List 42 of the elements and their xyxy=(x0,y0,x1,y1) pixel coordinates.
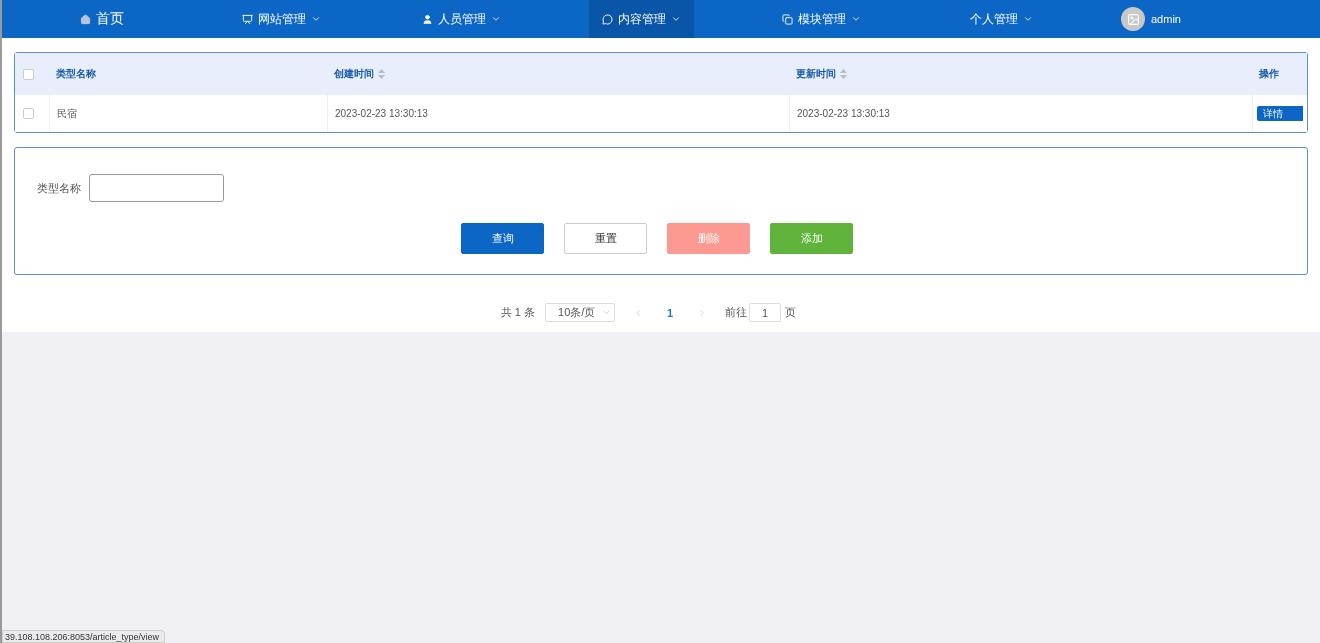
chevron-down-icon xyxy=(671,14,681,24)
user-name[interactable]: admin xyxy=(1151,13,1181,25)
chevron-down-icon xyxy=(602,308,612,317)
table-cell: 民宿 xyxy=(57,106,77,121)
page-suffix: 页 xyxy=(785,305,797,320)
column-header: 更新时间 xyxy=(796,67,836,81)
nav-item[interactable]: 首页 xyxy=(49,0,154,38)
detail-button[interactable]: 详情 xyxy=(1257,106,1303,121)
user-icon xyxy=(422,13,433,25)
nav-item[interactable]: 网站管理 xyxy=(229,0,334,38)
easel-icon xyxy=(242,13,253,25)
table-cell: 2023-02-23 13:30:13 xyxy=(797,108,890,119)
status-url: 39.108.108.206:8053/article_type/view xyxy=(2,630,166,643)
avatar[interactable] xyxy=(1121,7,1145,31)
goto-label: 前往 xyxy=(725,305,748,320)
chevron-down-icon xyxy=(311,14,321,24)
chat-bubble-icon xyxy=(602,13,613,25)
page-number[interactable]: 1 xyxy=(653,306,688,319)
column-header: 操作 xyxy=(1259,67,1279,81)
field-label: 类型名称 xyxy=(37,180,81,196)
nav-item[interactable]: 人员管理 xyxy=(409,0,514,38)
column-header: 类型名称 xyxy=(56,67,96,81)
action-button[interactable]: 查询 xyxy=(461,223,544,254)
total-count: 共 1 条 xyxy=(500,305,536,320)
nav-item[interactable]: 内容管理 xyxy=(589,0,694,38)
goto-input[interactable]: 1 xyxy=(749,303,782,322)
sort-icon[interactable] xyxy=(840,69,847,79)
input-field[interactable] xyxy=(89,174,224,202)
home-icon xyxy=(79,13,91,25)
chevron-down-icon xyxy=(851,14,861,24)
chevron-down-icon xyxy=(1023,14,1033,24)
column-header: 创建时间 xyxy=(334,67,374,81)
sort-icon[interactable] xyxy=(378,69,385,79)
nav-item[interactable]: 模块管理 xyxy=(769,0,874,38)
chevron-down-icon xyxy=(491,14,501,24)
checkbox[interactable] xyxy=(23,68,34,80)
action-button[interactable]: 重置 xyxy=(564,223,647,254)
copy-icon xyxy=(782,13,793,25)
checkbox[interactable] xyxy=(23,108,34,119)
page-size-select[interactable]: 10条/页 xyxy=(545,303,616,322)
nav-item[interactable]: 个人管理 xyxy=(949,0,1054,38)
table-cell: 2023-02-23 13:30:13 xyxy=(335,108,428,119)
